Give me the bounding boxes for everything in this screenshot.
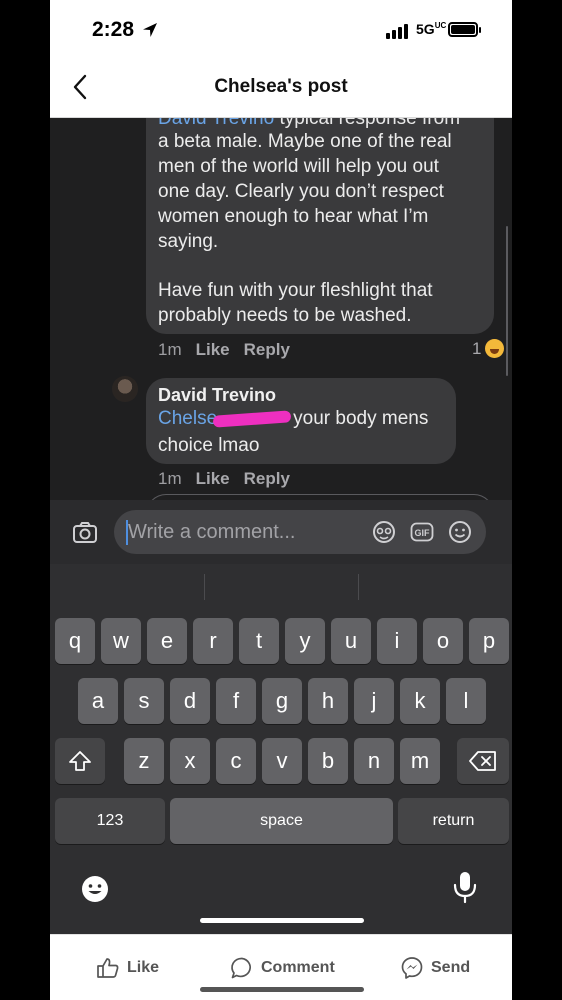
key[interactable]: g — [262, 678, 302, 724]
page-title: Chelsea's post — [214, 76, 348, 97]
keyboard: q w e r t y u i o p a s d f g h j k l z … — [50, 564, 512, 934]
key[interactable]: n — [354, 738, 394, 784]
numbers-key[interactable]: 123 — [55, 798, 165, 844]
thumbs-up-icon — [97, 958, 119, 978]
messenger-icon — [401, 957, 423, 979]
avatar-sticker-icon[interactable] — [372, 520, 396, 544]
comment-bubble-icon — [231, 957, 251, 979]
gif-label: GIF — [415, 528, 431, 538]
post-action-bar: Like Comment Send — [50, 934, 512, 1000]
key[interactable]: v — [262, 738, 302, 784]
send-label: Send — [431, 959, 471, 976]
redaction-mark — [212, 410, 292, 428]
key[interactable]: u — [331, 618, 371, 664]
network-suffix: UC — [434, 21, 447, 30]
like-link[interactable]: Like — [196, 340, 230, 359]
bottom-home-indicator[interactable] — [200, 987, 364, 992]
comment-thread[interactable]: David Trevino typical response from a be… — [50, 118, 512, 500]
comment-author[interactable]: David Trevino — [158, 385, 276, 406]
key[interactable]: b — [308, 738, 348, 784]
reaction-count[interactable]: 1 — [472, 339, 481, 359]
backspace-icon — [469, 751, 496, 771]
key[interactable]: z — [124, 738, 164, 784]
phone-screen: 2:28 5GUC Chelsea's post David Trevino t… — [50, 0, 512, 1000]
reply-link[interactable]: Reply — [244, 469, 290, 488]
key[interactable]: w — [101, 618, 141, 664]
comment-timestamp: 1m — [158, 340, 182, 359]
key[interactable]: t — [239, 618, 279, 664]
key[interactable]: f — [216, 678, 256, 724]
comment-input[interactable] — [128, 510, 358, 554]
key[interactable]: m — [400, 738, 440, 784]
location-arrow-icon — [143, 23, 157, 37]
mention-link[interactable]: David Trevino — [158, 118, 274, 129]
avatar[interactable] — [112, 376, 138, 402]
like-label: Like — [127, 959, 160, 976]
home-indicator[interactable] — [200, 918, 364, 923]
comment-meta: 1m Like Reply — [158, 340, 290, 360]
key[interactable]: j — [354, 678, 394, 724]
send-button[interactable]: Send — [400, 955, 470, 981]
key[interactable]: q — [55, 618, 95, 664]
emoji-keyboard-icon[interactable] — [80, 872, 110, 906]
comment-line: saying. — [158, 231, 219, 252]
key[interactable]: s — [124, 678, 164, 724]
network-type: 5GUC — [416, 21, 446, 37]
key[interactable]: i — [377, 618, 417, 664]
key[interactable]: k — [400, 678, 440, 724]
key[interactable]: a — [78, 678, 118, 724]
space-key[interactable]: space — [170, 798, 393, 844]
reply-meta: 1m Like Reply — [158, 469, 290, 489]
comment-composer: GIF — [50, 500, 512, 564]
comment-line: men of the world will help you out — [158, 156, 439, 177]
comment-label: Comment — [261, 959, 335, 976]
key[interactable]: d — [170, 678, 210, 724]
key[interactable]: l — [446, 678, 486, 724]
comment-button[interactable]: Comment — [230, 955, 335, 981]
screenshot-frame: 2:28 5GUC Chelsea's post David Trevino t… — [0, 0, 562, 1000]
emoji-icon[interactable] — [448, 520, 472, 544]
shift-icon — [69, 751, 91, 771]
cellular-signal-icon — [386, 24, 408, 39]
microphone-icon[interactable] — [450, 870, 480, 904]
comment-field[interactable]: GIF — [114, 510, 486, 554]
network-label: 5G — [416, 21, 435, 37]
key[interactable]: c — [216, 738, 256, 784]
camera-icon[interactable] — [72, 520, 98, 546]
battery-icon — [448, 22, 481, 37]
key[interactable]: p — [469, 618, 509, 664]
post-header: Chelsea's post — [50, 58, 512, 118]
like-button[interactable]: Like — [96, 955, 159, 981]
gif-icon[interactable]: GIF — [410, 520, 434, 544]
key[interactable]: y — [285, 618, 325, 664]
return-key[interactable]: return — [398, 798, 509, 844]
comment-line: Have fun with your fleshlight that — [158, 280, 433, 301]
comment-line: a beta male. Maybe one of the real — [158, 131, 452, 152]
key[interactable]: e — [147, 618, 187, 664]
mention-link[interactable]: Chelse — [158, 408, 217, 429]
comment-line: women enough to hear what I’m — [158, 206, 429, 227]
reply-timestamp: 1m — [158, 469, 182, 488]
key[interactable]: o — [423, 618, 463, 664]
reply-link[interactable]: Reply — [244, 340, 290, 359]
backspace-key[interactable] — [457, 738, 509, 784]
reply-text-line: Chelse your body mens — [158, 408, 428, 430]
comment-line: probably needs to be washed. — [158, 305, 412, 326]
predictive-bar[interactable] — [50, 564, 512, 606]
like-link[interactable]: Like — [196, 469, 230, 488]
scrollbar[interactable] — [506, 226, 508, 376]
key[interactable]: h — [308, 678, 348, 724]
status-bar: 2:28 5GUC — [50, 0, 512, 58]
shift-key[interactable] — [55, 738, 105, 784]
reply-text-line2: choice lmao — [158, 435, 260, 456]
comment-line: one day. Clearly you don’t respect — [158, 181, 444, 202]
reply-text: your body mens — [293, 408, 429, 429]
comment-text-fragment: typical response from — [274, 118, 461, 129]
key[interactable]: x — [170, 738, 210, 784]
status-time: 2:28 — [92, 18, 135, 41]
laughing-reaction-icon[interactable] — [485, 339, 504, 358]
key[interactable]: r — [193, 618, 233, 664]
